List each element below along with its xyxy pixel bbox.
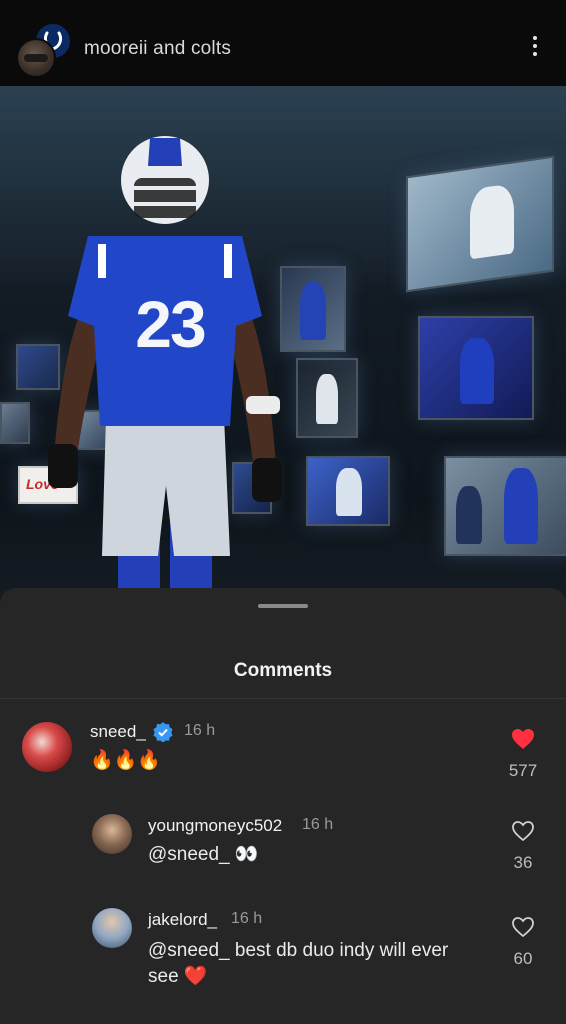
comment-username[interactable]: jakelord_ [148, 910, 217, 930]
wall-screen [0, 402, 30, 444]
jersey-number: 23 [135, 287, 206, 361]
divider [0, 698, 566, 699]
player-figure: 23 [40, 126, 290, 606]
comment-text-line1: @sneed_ best db duo indy will ever [148, 940, 449, 961]
sheet-title: Comments [233, 660, 333, 681]
like-count: 60 [513, 949, 533, 968]
commenter-avatar[interactable] [92, 908, 132, 948]
comments-sheet: Comments sneed_ 16 h 🔥🔥🔥 577 youngmoneyc… [0, 588, 566, 1024]
like-count: 577 [508, 761, 538, 780]
post-authors[interactable]: mooreii and colts [84, 38, 231, 60]
wall-screen [296, 358, 358, 438]
heart-outline-icon[interactable] [511, 916, 535, 938]
commenter-avatar[interactable] [22, 722, 72, 772]
sheet-drag-handle[interactable] [258, 604, 308, 608]
comment-text: 🔥🔥🔥 [90, 750, 161, 771]
more-options-icon[interactable] [528, 36, 542, 64]
comment-text-line2: see ❤️ [148, 966, 208, 987]
comment-username[interactable]: sneed_ [90, 722, 146, 742]
comment-text: @sneed_ 👀 [148, 844, 259, 865]
post-header: mooreii and colts [0, 0, 566, 86]
like-column: 60 [498, 916, 548, 969]
commenter-avatar[interactable] [92, 814, 132, 854]
collab-avatars[interactable] [16, 22, 72, 78]
wall-screen [406, 155, 554, 293]
wall-screen [418, 316, 534, 420]
heart-outline-icon[interactable] [511, 820, 535, 842]
wall-screen [306, 456, 390, 526]
wall-screen [444, 456, 566, 556]
heart-filled-icon[interactable] [511, 728, 535, 750]
like-column: 36 [498, 820, 548, 873]
like-count: 36 [513, 853, 533, 872]
comment-time: 16 h [302, 816, 334, 833]
like-column: 577 [498, 728, 548, 781]
comment-time: 16 h [231, 910, 263, 927]
mooreii-avatar[interactable] [16, 38, 56, 78]
comment-time: 16 h [184, 722, 216, 739]
comment-username[interactable]: youngmoneyc502 [148, 816, 282, 836]
verified-badge-icon [153, 722, 173, 742]
post-image[interactable]: Love 23 [0, 86, 566, 606]
